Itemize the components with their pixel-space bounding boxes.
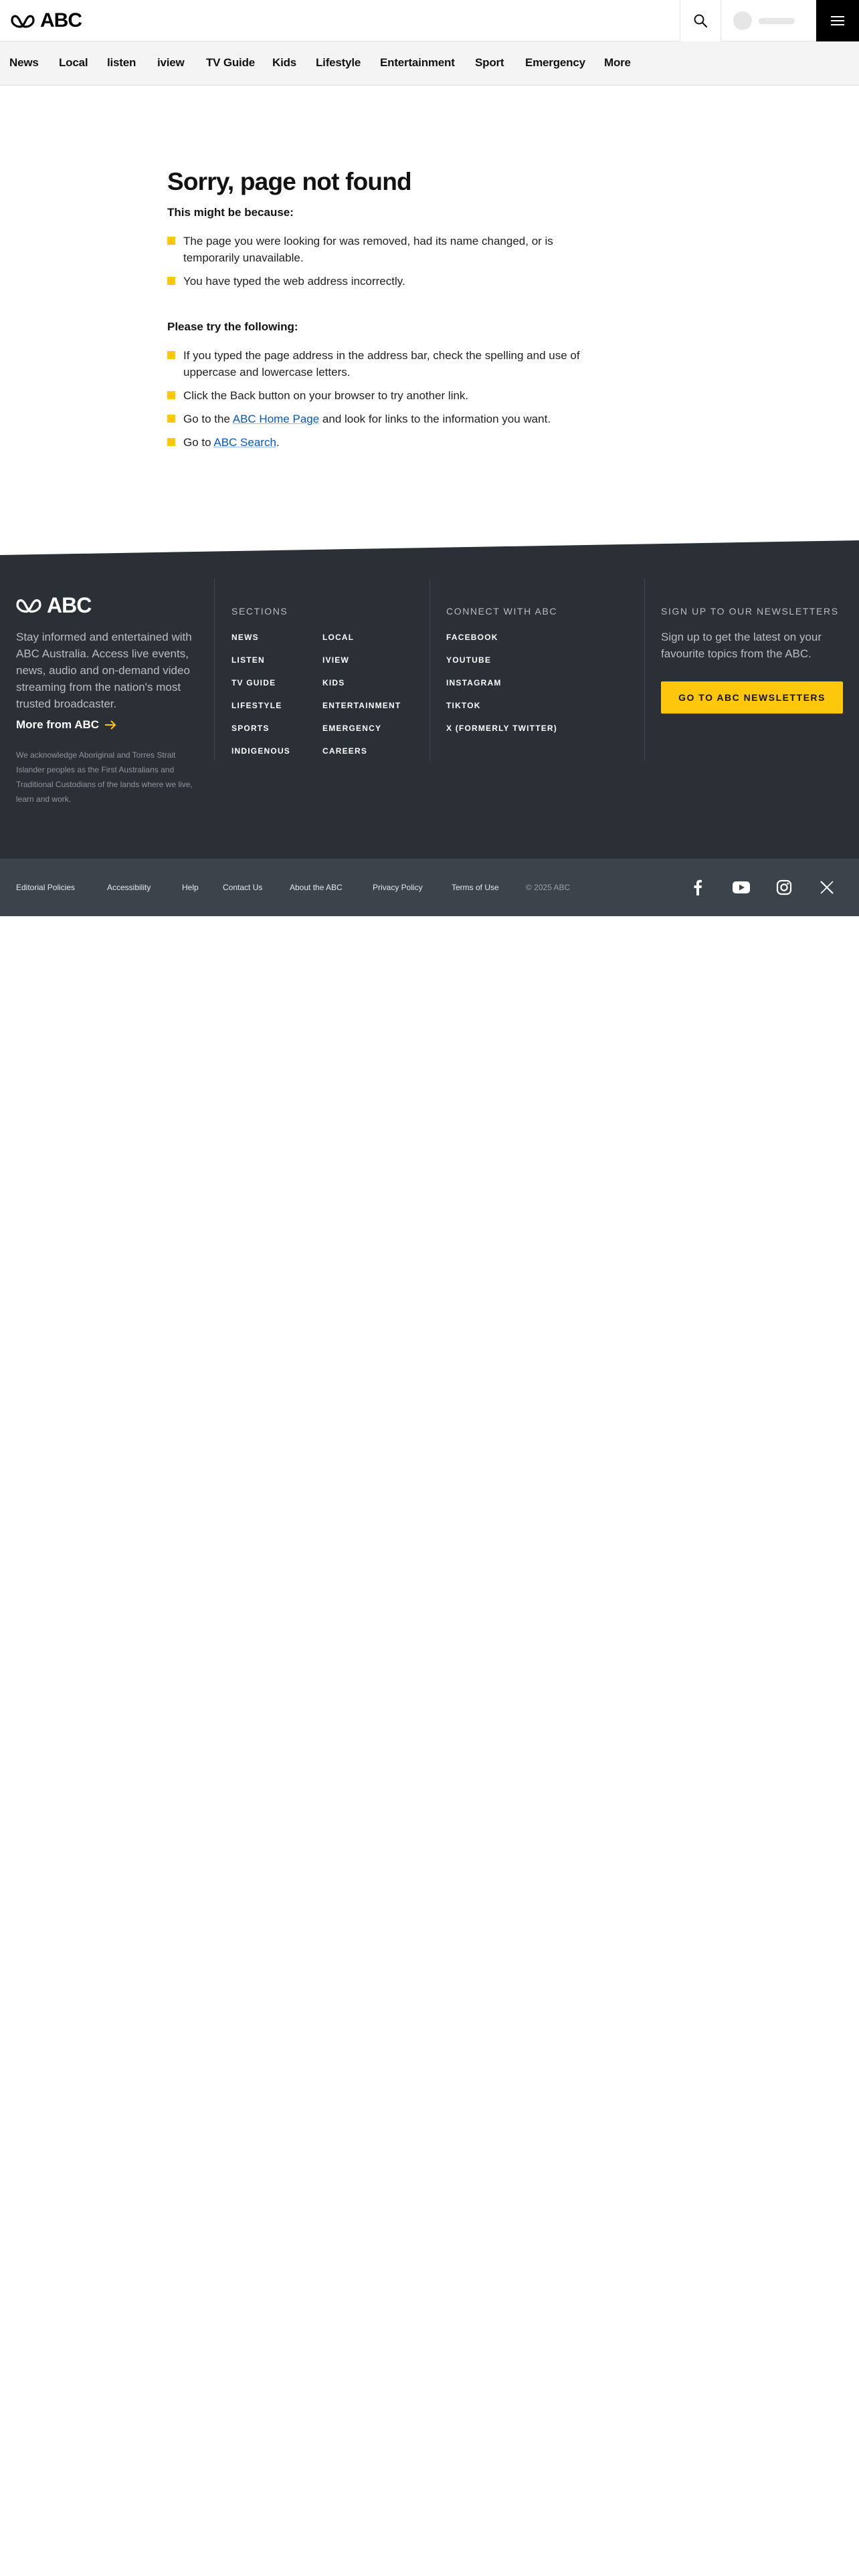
- footer-link-entertainment[interactable]: ENTERTAINMENT: [322, 701, 401, 710]
- abc-lissajous-logo-icon: [16, 599, 41, 613]
- footer-link-indigenous[interactable]: INDIGENOUS: [231, 746, 290, 756]
- nav-item-lifestyle[interactable]: Lifestyle: [316, 56, 361, 70]
- list-item: Go to ABC Search.: [167, 434, 582, 451]
- page-title: Sorry, page not found: [167, 168, 412, 195]
- footer-link-lifestyle[interactable]: LIFESTYLE: [231, 701, 282, 710]
- youtube-link[interactable]: [727, 873, 755, 901]
- list-item: If you typed the page address in the add…: [167, 347, 582, 381]
- instagram-icon: [776, 879, 792, 895]
- editorial-policies-link[interactable]: Editorial Policies: [16, 883, 75, 892]
- nav-item-tv-guide[interactable]: TV Guide: [206, 56, 255, 70]
- list-item: You have typed the web address incorrect…: [167, 273, 582, 290]
- footer-link-tv-guide[interactable]: TV GUIDE: [231, 678, 276, 687]
- footer-brand-wordmark: ABC: [47, 593, 92, 617]
- footer-slant-edge: [0, 540, 859, 567]
- abc-lissajous-logo-icon: [11, 15, 35, 28]
- footer-link-sports[interactable]: SPORTS: [231, 724, 270, 733]
- footer-link-news[interactable]: NEWS: [231, 633, 259, 642]
- footer-link-x-twitter[interactable]: X (FORMERLY TWITTER): [446, 724, 557, 733]
- search-button[interactable]: [680, 0, 721, 41]
- x-twitter-link[interactable]: [813, 873, 841, 901]
- reasons-list: The page you were looking for was remove…: [167, 233, 582, 290]
- square-bullet-icon: [167, 415, 175, 423]
- newsletter-heading: SIGN UP TO OUR NEWSLETTERS: [661, 606, 839, 617]
- menu-button[interactable]: [816, 0, 859, 41]
- tips-list: If you typed the page address in the add…: [167, 347, 582, 451]
- arrow-right-icon: [105, 720, 116, 730]
- nav-item-more[interactable]: More: [604, 56, 631, 70]
- footer-link-careers[interactable]: CAREERS: [322, 746, 367, 756]
- privacy-policy-link[interactable]: Privacy Policy: [373, 883, 423, 892]
- subfooter: Editorial Policies Accessibility Help Co…: [0, 859, 859, 916]
- footer-link-iview[interactable]: IVIEW: [322, 655, 349, 665]
- footer-link-facebook[interactable]: FACEBOOK: [446, 633, 498, 642]
- abc-home-logo-link[interactable]: ABC: [11, 9, 82, 31]
- acknowledgement-of-country: We acknowledge Aboriginal and Torres Str…: [16, 750, 193, 804]
- avatar: [733, 11, 752, 30]
- square-bullet-icon: [167, 277, 175, 285]
- nav-item-iview[interactable]: iview: [157, 56, 185, 70]
- list-item: Click the Back button on your browser to…: [167, 387, 582, 404]
- nav-item-news[interactable]: News: [9, 56, 39, 70]
- more-from-abc-link[interactable]: More from ABC: [16, 718, 116, 732]
- square-bullet-icon: [167, 237, 175, 245]
- site-header: ABC: [0, 0, 859, 41]
- sections-heading: SECTIONS: [231, 606, 288, 617]
- list-item: The page you were looking for was remove…: [167, 233, 582, 266]
- abc-home-page-link[interactable]: ABC Home Page: [233, 413, 319, 425]
- user-account-placeholder[interactable]: [733, 11, 795, 30]
- terms-of-use-link[interactable]: Terms of Use: [452, 883, 499, 892]
- square-bullet-icon: [167, 438, 175, 446]
- contact-us-link[interactable]: Contact Us: [223, 883, 262, 892]
- nav-item-sport[interactable]: Sport: [475, 56, 504, 70]
- instagram-link[interactable]: [770, 873, 798, 901]
- square-bullet-icon: [167, 351, 175, 359]
- footer-link-local[interactable]: LOCAL: [322, 633, 354, 642]
- abc-search-link[interactable]: ABC Search: [213, 436, 276, 449]
- list-item: Go to the ABC Home Page and look for lin…: [167, 411, 582, 427]
- about-the-abc-link[interactable]: About the ABC: [290, 883, 343, 892]
- facebook-icon: [694, 879, 702, 895]
- help-link[interactable]: Help: [182, 883, 199, 892]
- nav-item-kids[interactable]: Kids: [272, 56, 296, 70]
- facebook-link[interactable]: [684, 873, 712, 901]
- footer-link-instagram[interactable]: INSTAGRAM: [446, 678, 502, 687]
- youtube-icon: [733, 881, 750, 893]
- connect-heading: CONNECT WITH ABC: [446, 606, 558, 617]
- accessibility-link[interactable]: Accessibility: [107, 883, 151, 892]
- newsletters-button[interactable]: GO TO ABC NEWSLETTERS: [661, 681, 843, 714]
- footer-link-youtube[interactable]: YOUTUBE: [446, 655, 491, 665]
- square-bullet-icon: [167, 391, 175, 399]
- reasons-heading: This might be because:: [167, 206, 294, 219]
- nav-item-local[interactable]: Local: [59, 56, 88, 70]
- footer-link-emergency[interactable]: EMERGENCY: [322, 724, 381, 733]
- username-skeleton: [759, 17, 795, 24]
- footer-link-kids[interactable]: KIDS: [322, 678, 345, 687]
- site-footer: ABC Stay informed and entertained with A…: [0, 566, 859, 859]
- footer-divider: [644, 579, 645, 761]
- footer-abc-logo-link[interactable]: ABC: [16, 593, 92, 617]
- nav-item-listen[interactable]: listen: [107, 56, 136, 70]
- try-heading: Please try the following:: [167, 320, 298, 333]
- not-found-content: Sorry, page not found This might be beca…: [167, 167, 582, 457]
- x-twitter-icon: [820, 881, 834, 894]
- footer-link-tiktok[interactable]: TIKTOK: [446, 701, 481, 710]
- nav-item-emergency[interactable]: Emergency: [525, 56, 585, 70]
- primary-nav: News Local listen iview TV Guide Kids Li…: [0, 41, 859, 86]
- footer-link-listen[interactable]: LISTEN: [231, 655, 265, 665]
- newsletter-text: Sign up to get the latest on your favour…: [661, 631, 822, 660]
- footer-description: Stay informed and entertained with ABC A…: [16, 631, 192, 710]
- search-icon: [694, 14, 708, 28]
- brand-wordmark: ABC: [40, 9, 82, 31]
- hamburger-menu-icon: [831, 16, 844, 25]
- nav-item-entertainment[interactable]: Entertainment: [380, 56, 455, 70]
- copyright: © 2025 ABC: [526, 883, 571, 892]
- footer-divider: [214, 579, 215, 761]
